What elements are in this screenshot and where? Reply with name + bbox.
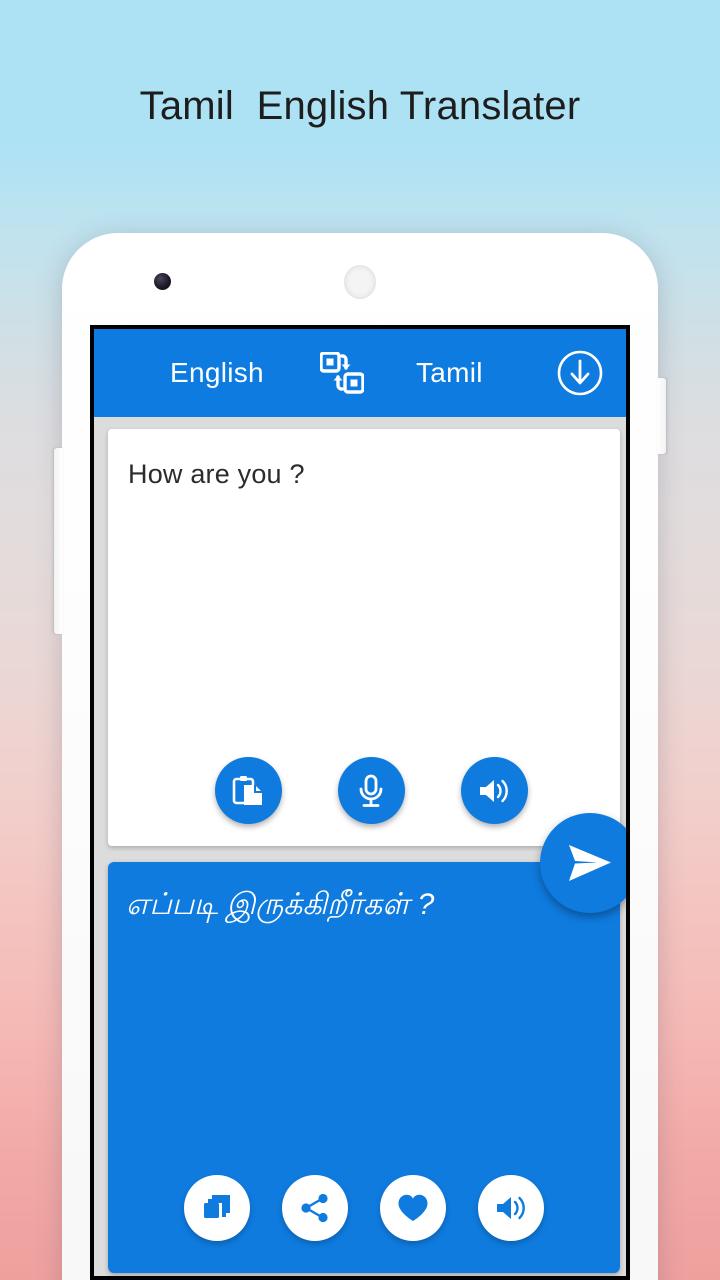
speaker-icon <box>494 1193 528 1223</box>
copy-button[interactable] <box>184 1175 250 1241</box>
swap-languages-icon <box>319 352 364 394</box>
translated-text-card: எப்படி இருக்கிறீர்கள் ? <box>108 862 620 1273</box>
copy-icon <box>201 1192 233 1224</box>
heart-icon <box>397 1193 429 1223</box>
favorite-button[interactable] <box>380 1175 446 1241</box>
microphone-icon <box>355 774 387 808</box>
source-actions-row <box>108 757 620 824</box>
app-bar: English Tamil <box>94 329 626 417</box>
phone-volume-button[interactable] <box>54 448 63 634</box>
speak-translation-button[interactable] <box>478 1175 544 1241</box>
phone-front-camera-icon <box>154 273 171 290</box>
share-icon <box>300 1193 330 1223</box>
app-screen: English Tamil How are you ? எப்படி இருக்… <box>94 329 626 1276</box>
send-icon <box>565 840 615 886</box>
download-circle-icon <box>556 349 604 397</box>
source-text-card: How are you ? <box>108 429 620 846</box>
page-title: Tamil English Translater <box>139 84 581 128</box>
phone-power-button[interactable] <box>657 378 666 454</box>
paste-button[interactable] <box>214 757 282 824</box>
phone-mockup: English Tamil How are you ? எப்படி இருக்… <box>54 233 666 1280</box>
translation-actions-row <box>108 1175 620 1241</box>
swap-languages-button[interactable] <box>318 350 366 396</box>
phone-earpiece-speaker <box>344 265 376 299</box>
speaker-icon <box>477 776 511 806</box>
share-button[interactable] <box>282 1175 348 1241</box>
target-language-selector[interactable]: Tamil <box>416 357 483 389</box>
translated-text: எப்படி இருக்கிறீர்கள் ? <box>126 888 435 921</box>
source-text-input[interactable]: How are you ? <box>128 457 596 492</box>
phone-screen: English Tamil How are you ? எப்படி இருக்… <box>90 325 630 1280</box>
clipboard-paste-icon <box>231 774 265 808</box>
voice-input-button[interactable] <box>337 757 405 824</box>
speak-source-button[interactable] <box>460 757 528 824</box>
download-button[interactable] <box>554 347 606 399</box>
source-language-selector[interactable]: English <box>170 357 264 389</box>
